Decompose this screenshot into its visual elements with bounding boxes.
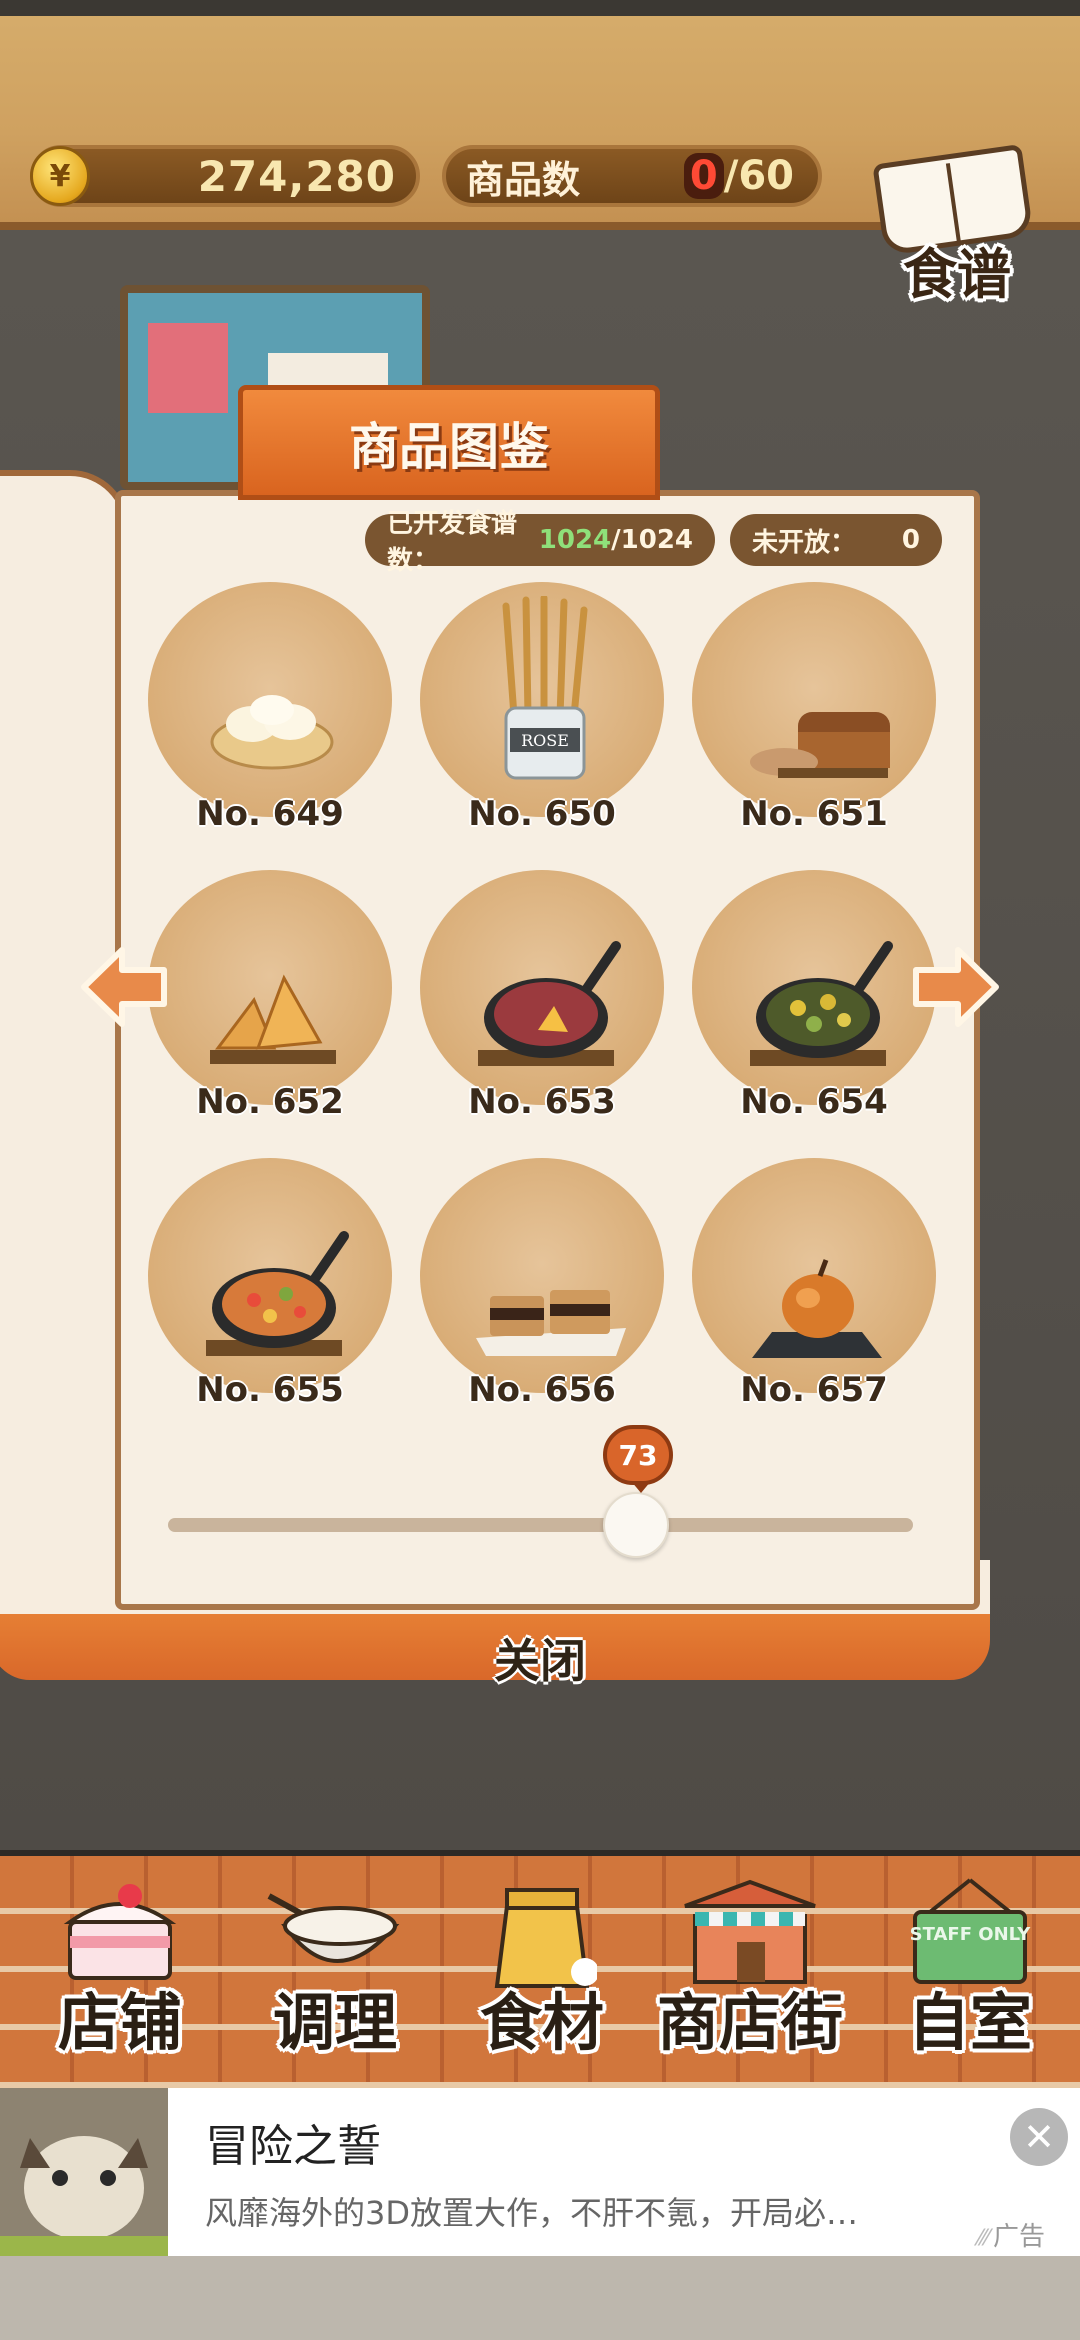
ad-tag-icon: ⁄⁄⁄ [978, 2226, 990, 2251]
goods-count: 0/60 [683, 153, 794, 199]
nav-label: 食材 [479, 1986, 604, 2059]
developed-recipes-stat: 已开发食谱数： 1024/1024 [365, 509, 715, 576]
catalog-item[interactable]: ROSE No. 650 [420, 582, 664, 842]
catalog-title: 商品图鉴 [349, 417, 549, 476]
ad-description: 风靡海外的3D放置大作，不肝不氪，开局必… [205, 2194, 859, 2232]
developed-label: 已开发食谱数： [387, 509, 518, 576]
nav-ingredients[interactable]: 食材 [462, 1870, 622, 2070]
item-label: No. 654 [740, 1082, 888, 1122]
money-display: ¥ 274,280 [30, 145, 420, 207]
unopened-count: 0 [901, 525, 920, 555]
developed-count: 1024 [538, 525, 612, 555]
nav-cooking[interactable]: 调理 [240, 1870, 430, 2070]
goods-count-display: 商品数 0/60 [442, 145, 822, 207]
item-label: No. 651 [740, 794, 888, 834]
item-label: No. 649 [196, 794, 344, 834]
skillet-vegetables-icon [750, 941, 893, 1066]
cake-icon [63, 1884, 177, 1980]
catalog-item[interactable]: No. 652 [148, 870, 392, 1130]
nav-shop[interactable]: 店铺 [30, 1870, 210, 2070]
page-indicator-bubble: 73 [603, 1425, 673, 1493]
ad-banner[interactable]: 冒险之誓 风靡海外的3D放置大作，不肝不氪，开局必… ✕ ⁄⁄⁄ 广告 [0, 2088, 1080, 2256]
catalog-title-tab: 商品图鉴 [238, 385, 660, 500]
skillet-paella-icon [206, 1231, 349, 1356]
catalog-item[interactable]: No. 651 [692, 582, 936, 842]
nav-label: 店铺 [57, 1986, 182, 2059]
goods-current: 0 [683, 153, 724, 199]
close-button[interactable]: 关闭 [440, 1625, 640, 1688]
catalog-item[interactable]: No. 649 [148, 582, 392, 842]
money-value: 274,280 [197, 151, 396, 201]
nav-my-room[interactable]: STAFF ONLY 自室 [880, 1870, 1060, 2070]
item-label: No. 652 [196, 1082, 344, 1122]
skillet-meat-icon [478, 941, 621, 1066]
item-label: No. 656 [468, 1370, 616, 1410]
staff-sign-text: STAFF ONLY [910, 1924, 1032, 1945]
ad-thumbnail [0, 2088, 168, 2256]
nav-label: 自室 [907, 1986, 1032, 2059]
item-label: No. 650 [468, 794, 616, 834]
svg-text:ROSE: ROSE [521, 731, 569, 750]
nav-shopping-street[interactable]: 商店街 [640, 1870, 860, 2070]
footer-strip [0, 2256, 1080, 2340]
steamed-buns-icon [210, 695, 334, 770]
item-label: No. 653 [468, 1082, 616, 1122]
item-label: No. 655 [196, 1370, 344, 1410]
page-slider-track[interactable] [168, 1518, 913, 1532]
catalog-item[interactable]: No. 656 [420, 1158, 664, 1418]
nav-label: 商店街 [656, 1986, 843, 2059]
item-label: No. 657 [740, 1370, 888, 1410]
catalog-item[interactable]: No. 655 [148, 1158, 392, 1418]
unopened-stat: 未开放： 0 [730, 514, 942, 566]
previous-page-arrow-icon[interactable] [80, 942, 170, 1032]
catalog-item[interactable]: No. 653 [420, 870, 664, 1130]
recipe-label: 食谱 [903, 243, 1011, 306]
catalog-item[interactable]: No. 654 [692, 870, 936, 1130]
shop-building-icon [684, 1879, 816, 1984]
next-page-arrow-icon[interactable] [910, 942, 1000, 1032]
pastry-icon [210, 974, 336, 1064]
catalog-item[interactable]: No. 657 [692, 1158, 936, 1418]
nav-label: 调理 [272, 1986, 397, 2059]
goods-label: 商品数 [466, 157, 581, 202]
ad-tag-label: 广告 [993, 2222, 1046, 2252]
recipe-book-button[interactable]: 食谱 [868, 140, 1048, 306]
ad-tag: ⁄⁄⁄ 广告 [978, 2216, 1045, 2253]
breadsticks-jar-icon: ROSE [502, 596, 588, 780]
unopened-label: 未开放： [752, 527, 857, 558]
bread-loaf-icon [750, 712, 890, 778]
developed-total: /1024 [611, 525, 693, 555]
goods-max: /60 [723, 153, 794, 199]
ad-title: 冒险之誓 [205, 2121, 381, 2172]
top-strip [0, 0, 1080, 16]
ad-close-button[interactable]: ✕ [1010, 2108, 1068, 2166]
baked-apple-icon [752, 1259, 882, 1358]
mixing-bowl-icon [267, 1893, 400, 1963]
yen-coin-icon: ¥ [30, 146, 90, 206]
smores-icon [476, 1290, 626, 1356]
